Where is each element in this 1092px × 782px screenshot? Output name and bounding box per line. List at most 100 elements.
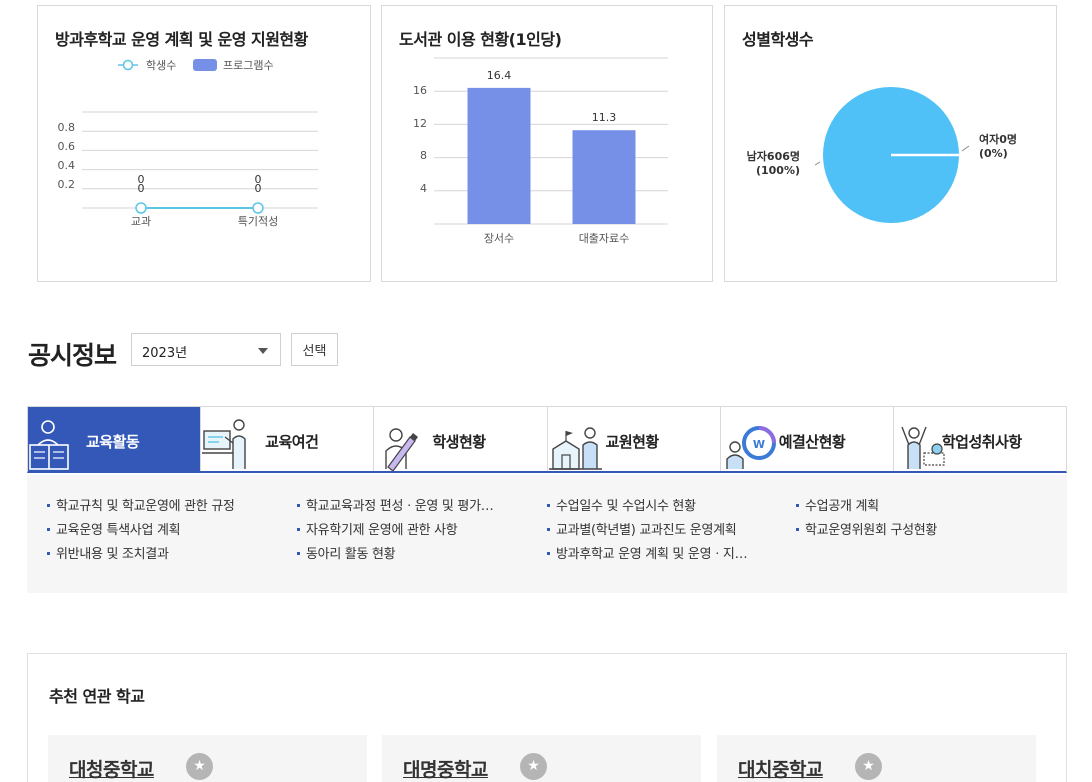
tab-education-activity[interactable]: 교육활동: [28, 407, 202, 471]
y-tick: 0.2: [58, 178, 76, 191]
tab-label: 학업성취사항: [941, 433, 1022, 451]
link-text: 수업공개 계획: [805, 499, 879, 514]
link-item[interactable]: 자유학기제 운영에 관한 사항: [297, 522, 493, 546]
y-tick: 0.6: [58, 140, 76, 153]
tab-budget-status[interactable]: W 예결산현황: [720, 407, 894, 471]
point-label: 0: [255, 182, 262, 195]
y-tick: 0.4: [58, 159, 76, 172]
bullet-icon: [547, 527, 550, 531]
link-column: 수업일수 및 수업시수 현황 교과별(학년별) 교과진도 운영계획 방과후학교 …: [547, 498, 748, 570]
link-item[interactable]: 수업일수 및 수업시수 현황: [547, 498, 747, 522]
pie-pct-male: (100%): [756, 164, 800, 177]
library-chart: 16 12 8 4 16.4 11.3 장서수 대출자료수: [413, 57, 668, 245]
bar: [572, 130, 636, 224]
afterschool-y-ticks: 0.8 0.6 0.4 0.2: [58, 121, 76, 191]
tab-student-status[interactable]: 학생현황: [374, 407, 548, 471]
link-column: 수업공개 계획 학교운영위원회 구성현황: [796, 498, 937, 546]
disclosure-title: 공시정보: [28, 341, 117, 370]
library-bars: [467, 87, 636, 224]
gender-chart: 남자606명 (100%) 여자0명 (0%): [747, 87, 1017, 223]
budget-coin-icon: W: [725, 426, 776, 469]
afterschool-grid: [82, 111, 318, 209]
link-text: 교육운영 특색사업 계획: [56, 523, 181, 538]
legend-swatch-program: [193, 59, 217, 71]
link-text: 방과후학교 운영 계획 및 운영ㆍ지…: [556, 547, 748, 562]
bullet-icon: [47, 551, 50, 555]
link-item[interactable]: 학교규칙 및 학교운영에 관한 규정: [47, 498, 235, 522]
legend-label-program: 프로그램수: [223, 59, 274, 72]
disclosure-link-panel: 학교규칙 및 학교운영에 관한 규정 교육운영 특색사업 계획 위반내용 및 조…: [27, 475, 1067, 593]
link-item[interactable]: 동아리 활동 현황: [297, 546, 493, 570]
bar-value-label: 16.4: [487, 69, 512, 82]
link-column: 학교교육과정 편성ㆍ운영 및 평가… 자유학기제 운영에 관한 사항 동아리 활…: [297, 498, 494, 570]
link-text: 동아리 활동 현황: [306, 547, 396, 562]
afterschool-chart: 학생수 프로그램수 0.8 0.6 0.4 0.2 0 0 0 0 교과 특기적…: [58, 59, 318, 228]
x-tick: 장서수: [484, 232, 514, 245]
bullet-icon: [547, 503, 550, 507]
link-item[interactable]: 위반내용 및 조치결과: [47, 546, 235, 570]
link-item[interactable]: 수업공개 계획: [796, 498, 937, 522]
pie-label-male: 남자606명: [747, 149, 800, 163]
link-item[interactable]: 교육운영 특색사업 계획: [47, 522, 235, 546]
student-pencil-icon: [385, 428, 419, 471]
star-icon[interactable]: ★: [520, 753, 547, 780]
year-select[interactable]: 2023년: [131, 333, 281, 366]
star-icon[interactable]: ★: [855, 753, 882, 780]
bullet-icon: [297, 503, 300, 507]
legend-label-student: 학생수: [146, 59, 176, 72]
y-tick: 0.8: [58, 121, 76, 134]
afterschool-series: [135, 202, 264, 214]
link-item[interactable]: 방과후학교 운영 계획 및 운영ㆍ지…: [547, 546, 748, 570]
school-name-link[interactable]: 대치중학교: [738, 755, 823, 782]
select-button[interactable]: 선택: [291, 333, 338, 366]
bullet-icon: [796, 527, 799, 531]
bullet-icon: [47, 527, 50, 531]
bullet-icon: [796, 503, 799, 507]
tab-academic-achievement[interactable]: 학업성취사항: [893, 407, 1067, 471]
school-card[interactable]: 대청중학교 ★: [48, 735, 367, 782]
y-tick: 16: [413, 84, 427, 97]
series-point-student: [252, 202, 264, 214]
bar: [467, 87, 531, 224]
school-card[interactable]: 대명중학교 ★: [382, 735, 701, 782]
link-text: 자유학기제 운영에 관한 사항: [306, 523, 458, 538]
link-text: 학교운영위원회 구성현황: [805, 523, 938, 538]
teacher-board-icon: [202, 419, 246, 469]
star-icon[interactable]: ★: [186, 753, 213, 780]
y-tick: 12: [413, 117, 427, 130]
school-name-link[interactable]: 대청중학교: [69, 755, 154, 782]
tab-label: 학생현황: [432, 433, 486, 451]
svg-text:W: W: [753, 438, 765, 451]
pie-pct-female: (0%): [979, 147, 1008, 160]
tab-label: 예결산현황: [778, 433, 846, 451]
school-name-link[interactable]: 대명중학교: [403, 755, 488, 782]
link-item[interactable]: 교과별(학년별) 교과진도 운영계획: [547, 522, 747, 546]
pie-label-female: 여자0명: [979, 132, 1017, 146]
tab-teacher-status[interactable]: 교원현황: [547, 407, 721, 471]
link-text: 학교규칙 및 학교운영에 관한 규정: [56, 499, 235, 514]
tab-label: 교육활동: [86, 433, 140, 451]
recommended-schools: 추천 연관 학교 대청중학교 ★ 대명중학교 ★ 대치중학교 ★: [27, 653, 1067, 782]
link-item[interactable]: 학교교육과정 편성ㆍ운영 및 평가…: [297, 498, 494, 522]
bullet-icon: [297, 551, 300, 555]
disclosure-tabs: 교육활동 교육여건 학생현황 교원현황 W 예결산현황 학업성취사항: [27, 406, 1067, 473]
tab-education-conditions[interactable]: 교육여건: [201, 407, 375, 471]
bullet-icon: [47, 503, 50, 507]
link-column: 학교규칙 및 학교운영에 관한 규정 교육운영 특색사업 계획 위반내용 및 조…: [47, 498, 235, 570]
chevron-down-icon: [258, 348, 268, 354]
series-point-student: [135, 202, 147, 214]
student-reading-icon: [29, 420, 69, 470]
legend-marker-student: [122, 59, 134, 71]
year-select-value: 2023년: [142, 346, 188, 361]
pie-leader-male: [814, 161, 821, 166]
pie-leader-female: [961, 145, 970, 152]
link-item[interactable]: 학교운영위원회 구성현황: [796, 522, 937, 546]
gender-chart-card: 성별학생수 남자606명 (100%) 여자0명 (0%): [724, 5, 1057, 282]
link-text: 학교교육과정 편성ㆍ운영 및 평가…: [306, 499, 494, 514]
recommended-schools-title: 추천 연관 학교: [49, 687, 145, 706]
x-tick: 특기적성: [238, 215, 278, 228]
y-tick: 4: [420, 182, 427, 195]
school-card[interactable]: 대치중학교 ★: [717, 735, 1036, 782]
x-tick: 교과: [131, 215, 151, 228]
bar-value-label: 11.3: [592, 111, 617, 124]
